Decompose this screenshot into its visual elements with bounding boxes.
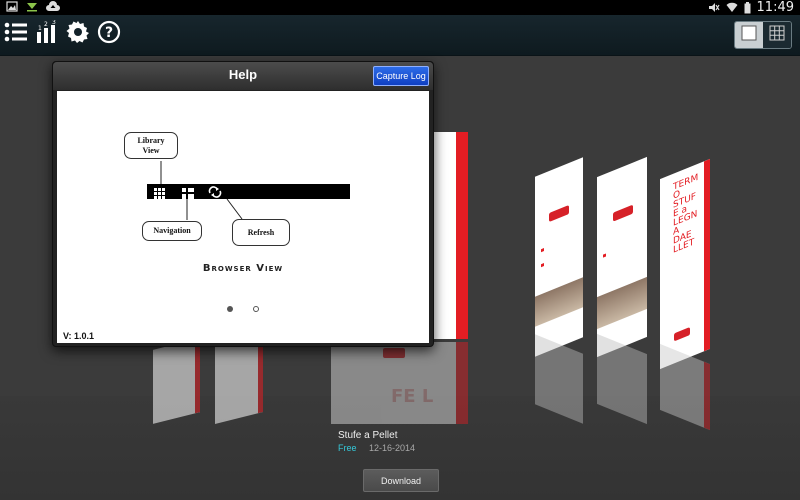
status-bar: 11:49 [0, 0, 800, 15]
navigation-callout: Navigation [142, 221, 202, 241]
gear-icon [66, 20, 90, 49]
callout-connectors [160, 161, 243, 220]
book-cover-right-1[interactable] [535, 157, 583, 357]
status-clock: 11:49 [756, 0, 794, 15]
mute-icon [708, 2, 720, 13]
book-cover-left[interactable] [215, 334, 263, 424]
help-dialog-body[interactable]: Library View Navigation Refresh Browser … [57, 91, 429, 343]
svg-text:1: 1 [38, 25, 42, 32]
navigation-icon [182, 186, 194, 204]
book-title: Stufe a Pellet [338, 430, 398, 441]
refresh-icon [208, 185, 222, 203]
download-notification-icon [26, 1, 38, 12]
help-icon: ? [97, 20, 121, 49]
list-button[interactable] [2, 20, 30, 48]
single-view-icon [741, 25, 757, 46]
single-view-toggle[interactable] [735, 22, 763, 48]
wifi-icon [726, 2, 738, 13]
pager-dot-2[interactable] [253, 306, 259, 312]
download-button[interactable]: Download [363, 469, 439, 492]
cloud-upload-icon [46, 1, 60, 12]
capture-log-button[interactable]: Capture Log [373, 66, 429, 86]
pager-dot-1[interactable] [227, 306, 233, 312]
help-toolbar-strip [147, 184, 350, 199]
ranking-button[interactable]: 123 [33, 19, 61, 49]
browser-view-heading: Browser View [202, 263, 284, 274]
grid-view-icon [769, 25, 785, 46]
grid-view-toggle[interactable] [763, 22, 791, 48]
book-cover-center-reflection: FE L [331, 342, 468, 424]
ranking-icon: 123 [35, 19, 59, 49]
book-cover-far-left[interactable] [153, 338, 200, 424]
book-cover-right-2[interactable] [597, 156, 647, 358]
help-button[interactable]: ? [95, 20, 123, 48]
library-view-callout: Library View [124, 132, 178, 159]
book-price: Free [338, 443, 357, 453]
list-icon [4, 21, 28, 48]
svg-text:2: 2 [44, 21, 48, 28]
image-notification-icon [6, 1, 18, 12]
library-view-icon [154, 186, 166, 204]
help-dialog-header: Help Capture Log [53, 62, 433, 90]
help-dialog: Help Capture Log Library View Navigation… [52, 61, 434, 347]
svg-text:?: ? [105, 25, 113, 41]
action-bar: 123 ? [0, 15, 800, 56]
version-label: V: 1.0.1 [63, 331, 95, 341]
view-toggle [734, 21, 792, 49]
svg-text:3: 3 [52, 20, 56, 26]
refresh-callout: Refresh [232, 219, 290, 246]
settings-button[interactable] [64, 20, 92, 48]
battery-icon [744, 2, 751, 14]
cover-vertical-text: TERMO STUFE a LEGNA DAE LLET [673, 172, 699, 256]
book-cover-right-3[interactable]: TERMO STUFE a LEGNA DAE LLET [660, 158, 710, 370]
book-date: 12-16-2014 [369, 443, 416, 453]
